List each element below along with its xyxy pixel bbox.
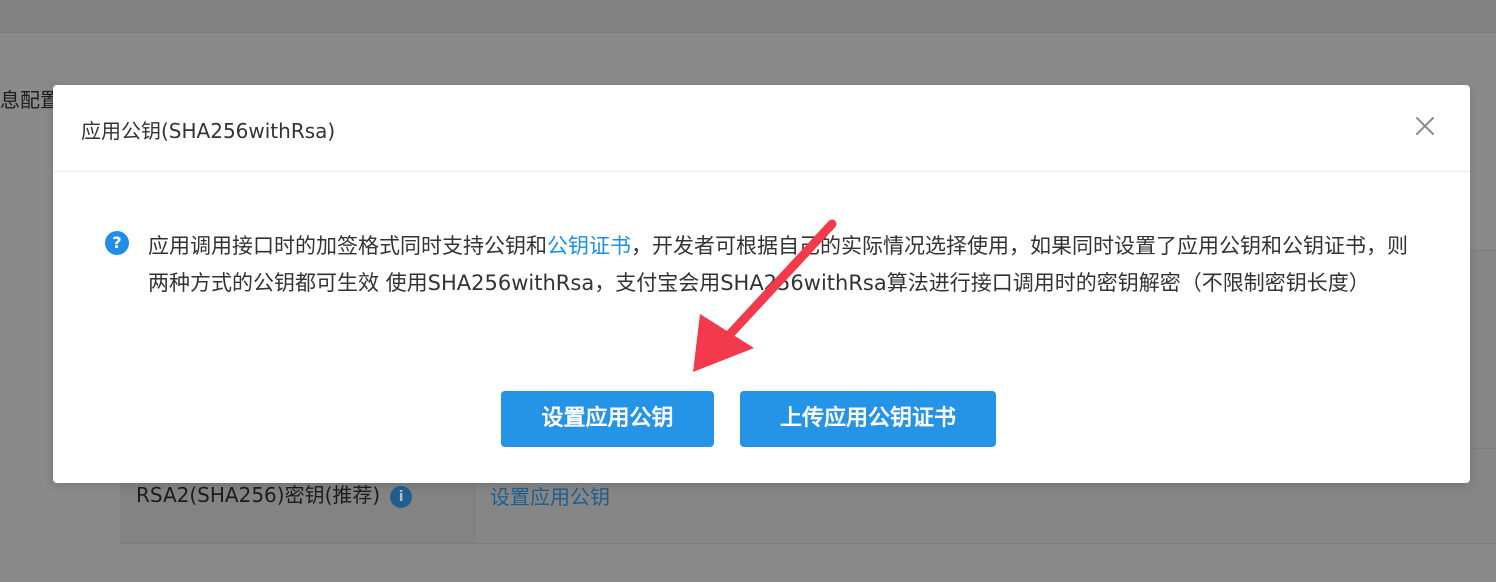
background-key-row-label: RSA2(SHA256)密钥(推荐) i (136, 479, 413, 508)
modal-header: 应用公钥(SHA256withRsa) (53, 85, 1470, 172)
public-key-modal: 应用公钥(SHA256withRsa) ? 应用调用接口时的加签格式同时支持公钥… (53, 85, 1470, 483)
modal-description: 应用调用接口时的加签格式同时支持公钥和公钥证书，开发者可根据自己的实际情况选择使… (148, 228, 1418, 302)
upload-public-key-certificate-button[interactable]: 上传应用公钥证书 (740, 391, 996, 447)
info-icon: i (390, 485, 413, 508)
public-key-certificate-link[interactable]: 公钥证书 (547, 234, 631, 258)
background-set-public-key-link: 设置应用公钥 (490, 485, 610, 509)
background-key-row-label-text: RSA2(SHA256)密钥(推荐) (136, 483, 381, 507)
question-icon: ? (105, 231, 129, 255)
background-section-title: 息配置 (0, 88, 60, 112)
set-public-key-button[interactable]: 设置应用公钥 (501, 391, 714, 447)
page: 息配置 RSA2(SHA256)密钥(推荐) i 设置应用公钥 应用公钥(SHA2… (0, 0, 1496, 582)
modal-title: 应用公钥(SHA256withRsa) (81, 119, 336, 143)
background-top-bar (0, 0, 1496, 33)
description-text-before-link: 应用调用接口时的加签格式同时支持公钥和 (148, 234, 547, 258)
close-icon[interactable] (1410, 111, 1440, 141)
